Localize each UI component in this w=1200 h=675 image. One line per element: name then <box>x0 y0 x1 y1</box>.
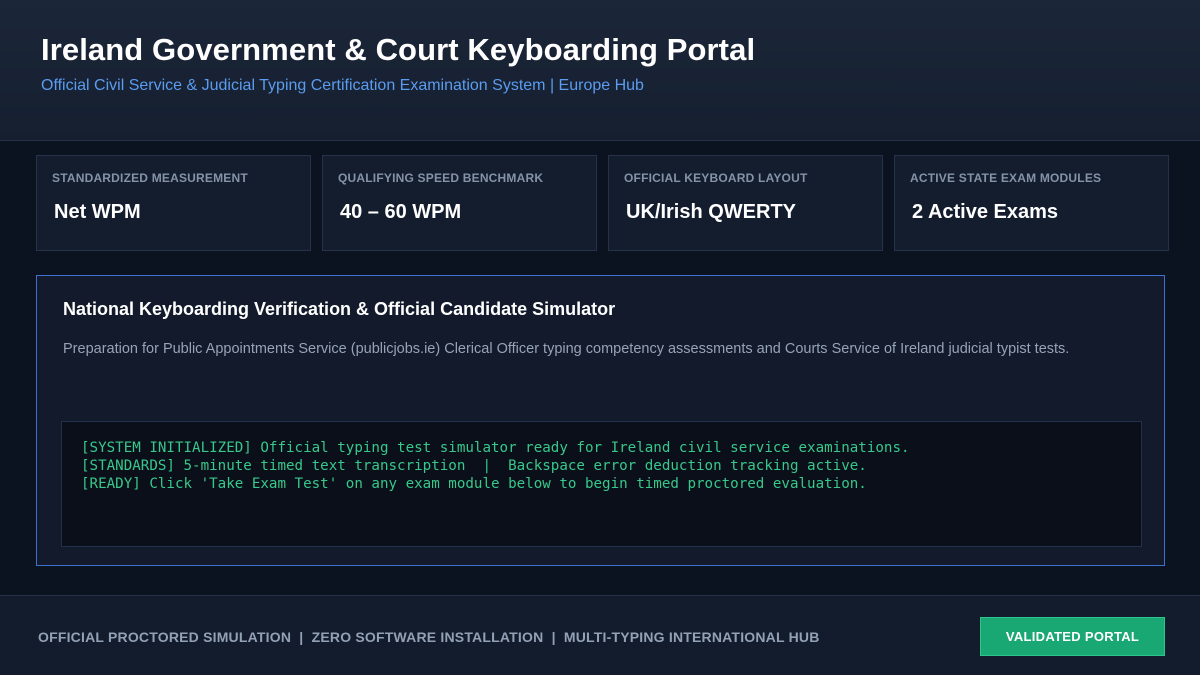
stat-card-keyboard-layout: OFFICIAL KEYBOARD LAYOUT UK/Irish QWERTY <box>608 155 883 251</box>
stat-label: ACTIVE STATE EXAM MODULES <box>910 171 1102 185</box>
console-line: [STANDARDS] 5-minute timed text transcri… <box>81 458 867 474</box>
stat-card-measurement: STANDARDIZED MEASUREMENT Net WPM <box>36 155 311 251</box>
footer-tagline: OFFICIAL PROCTORED SIMULATION | ZERO SOF… <box>38 629 820 645</box>
system-console: [SYSTEM INITIALIZED] Official typing tes… <box>61 421 1142 547</box>
stat-value: 2 Active Exams <box>912 201 1059 223</box>
page-subtitle: Official Civil Service & Judicial Typing… <box>41 77 644 94</box>
stat-label: OFFICIAL KEYBOARD LAYOUT <box>624 171 808 185</box>
stat-value: UK/Irish QWERTY <box>626 201 797 223</box>
page-header: Ireland Government & Court Keyboarding P… <box>0 0 1200 141</box>
stat-value: Net WPM <box>54 201 141 223</box>
validated-portal-badge: VALIDATED PORTAL <box>980 617 1165 656</box>
stat-label: STANDARDIZED MEASUREMENT <box>52 171 248 185</box>
console-line: [SYSTEM INITIALIZED] Official typing tes… <box>81 440 910 456</box>
stat-value: 40 – 60 WPM <box>340 201 462 223</box>
page-footer: OFFICIAL PROCTORED SIMULATION | ZERO SOF… <box>0 595 1200 675</box>
page-title: Ireland Government & Court Keyboarding P… <box>41 32 756 67</box>
simulator-panel: National Keyboarding Verification & Offi… <box>36 275 1165 566</box>
console-line: [READY] Click 'Take Exam Test' on any ex… <box>81 476 867 492</box>
stat-card-exam-modules: ACTIVE STATE EXAM MODULES 2 Active Exams <box>894 155 1169 251</box>
stat-label: QUALIFYING SPEED BENCHMARK <box>338 171 544 185</box>
panel-title: National Keyboarding Verification & Offi… <box>63 299 616 319</box>
panel-description: Preparation for Public Appointments Serv… <box>63 341 1070 357</box>
stat-card-speed-benchmark: QUALIFYING SPEED BENCHMARK 40 – 60 WPM <box>322 155 597 251</box>
